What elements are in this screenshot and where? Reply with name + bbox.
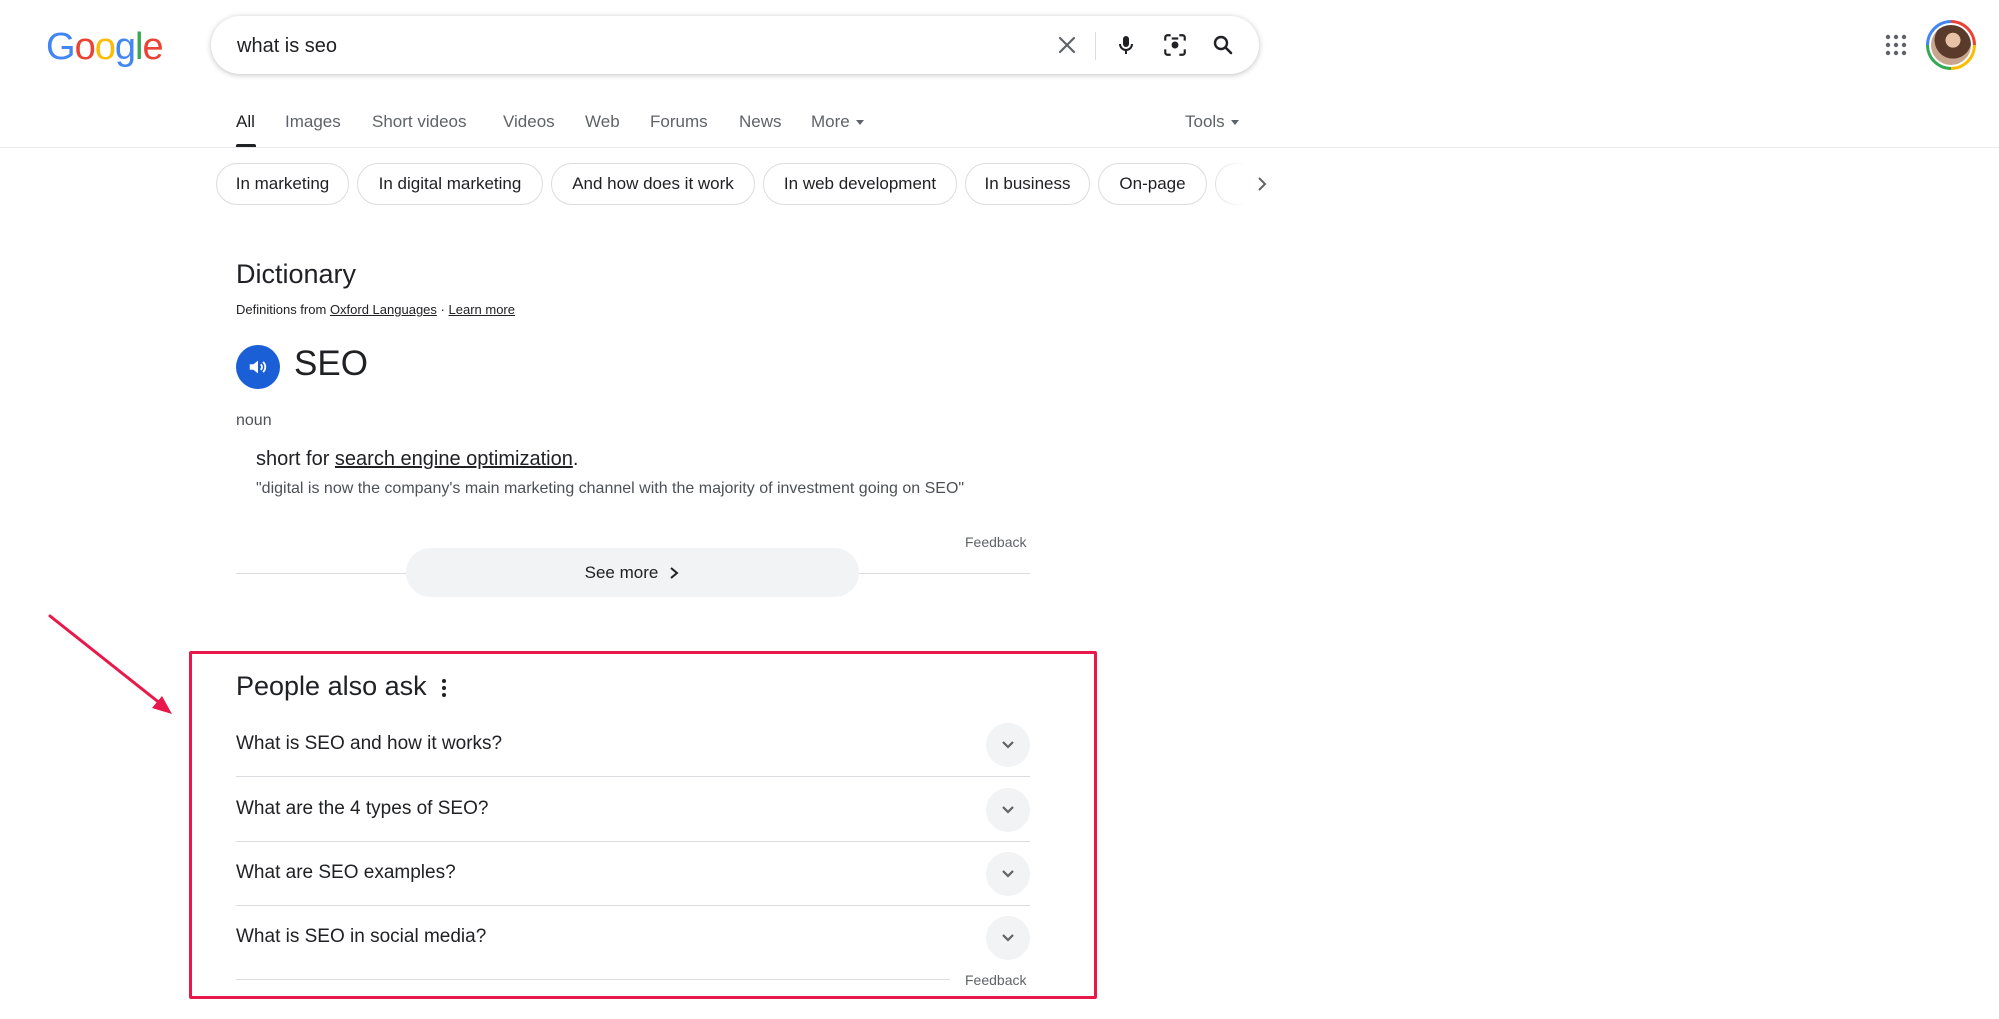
chip-in-business[interactable]: In business [965,163,1090,205]
search-input[interactable]: what is seo [237,35,337,58]
avatar[interactable] [1926,20,1976,70]
tab-all[interactable]: All [236,112,255,132]
google-logo[interactable]: G o o g l e [46,26,164,69]
logo-letter: o [94,26,116,68]
see-more-divider-right [859,573,1030,574]
dictionary-word: SEO [294,344,368,383]
logo-letter: G [46,26,76,68]
chip-in-web-development[interactable]: In web development [763,163,957,205]
tab-images[interactable]: Images [285,112,341,132]
chip-and-how-does-it-work[interactable]: And how does it work [551,163,755,205]
chevron-down-icon[interactable] [986,723,1030,767]
part-of-speech: noun [236,412,272,429]
see-more-label: See more [584,562,659,582]
definition-prefix: short for [256,448,330,470]
paa-bottom-divider [236,979,950,980]
source-prefix: Definitions from [236,302,327,317]
search-divider [1095,32,1096,60]
search-box[interactable]: what is seo [211,16,1259,74]
refinement-chips: In marketing In digital marketing And ho… [216,163,1265,205]
chevron-down-icon[interactable] [986,916,1030,960]
tab-web[interactable]: Web [585,112,620,132]
dictionary-feedback-link[interactable]: Feedback [965,534,1026,550]
chip-on-page[interactable]: On-page [1098,163,1207,205]
chevron-down-icon[interactable] [986,852,1030,896]
source-separator: · [440,302,445,317]
definition-link[interactable]: search engine optimization [335,448,573,470]
logo-letter: e [142,26,163,68]
caret-down-icon [855,120,864,126]
dictionary-source: Definitions from Oxford Languages · Lear… [236,302,515,317]
definition-suffix: . [572,448,579,470]
people-also-ask-title: People also ask [236,671,427,701]
paa-question[interactable]: What are the 4 types of SEO? [236,778,1030,842]
paa-question-text: What are SEO examples? [236,862,456,883]
chip-in-digital-marketing[interactable]: In digital marketing [357,163,543,205]
tab-videos[interactable]: Videos [503,112,555,132]
tab-short-videos[interactable]: Short videos [372,112,467,132]
more-options-icon[interactable] [434,677,454,699]
chip-in-marketing[interactable]: In marketing [216,163,349,205]
tab-more[interactable]: More [811,112,864,132]
tools-label: Tools [1185,112,1225,131]
logo-letter: o [74,26,96,68]
definition-example: "digital is now the company's main marke… [256,480,965,497]
search-icon[interactable] [1209,31,1237,59]
oxford-languages-link[interactable]: Oxford Languages [330,302,437,317]
dictionary-title: Dictionary [236,259,357,289]
avatar-image [1929,23,1973,67]
apps-grid-icon[interactable] [1884,33,1908,57]
paa-question-text: What is SEO in social media? [236,926,487,947]
caret-down-icon [1230,120,1239,126]
paa-feedback-link[interactable]: Feedback [965,972,1026,988]
tab-forums[interactable]: Forums [650,112,708,132]
learn-more-link[interactable]: Learn more [449,302,515,317]
camera-lens-icon[interactable] [1161,31,1189,59]
tools-button[interactable]: Tools [1185,112,1239,132]
logo-letter: l [134,26,144,68]
see-more-button[interactable]: See more [406,548,859,597]
see-more-divider-left [236,573,406,574]
speaker-icon[interactable] [236,345,280,389]
chevron-down-icon[interactable] [986,788,1030,832]
tabs-divider [0,147,1999,148]
tab-more-label: More [811,112,850,131]
paa-question-text: What is SEO and how it works? [236,733,503,754]
chevron-right-icon [670,566,679,579]
paa-question-text: What are the 4 types of SEO? [236,798,489,819]
microphone-icon[interactable] [1112,31,1140,59]
close-icon[interactable] [1053,31,1081,59]
paa-question[interactable]: What is SEO and how it works? [236,713,1030,777]
tab-news[interactable]: News [739,112,782,132]
logo-letter: g [114,26,136,68]
paa-question[interactable]: What are SEO examples? [236,842,1030,906]
annotation-arrow [48,614,172,714]
paa-question[interactable]: What is SEO in social media? [236,906,1030,970]
chevron-right-icon[interactable] [1248,170,1276,198]
definition: short for search engine optimization. [256,448,578,471]
